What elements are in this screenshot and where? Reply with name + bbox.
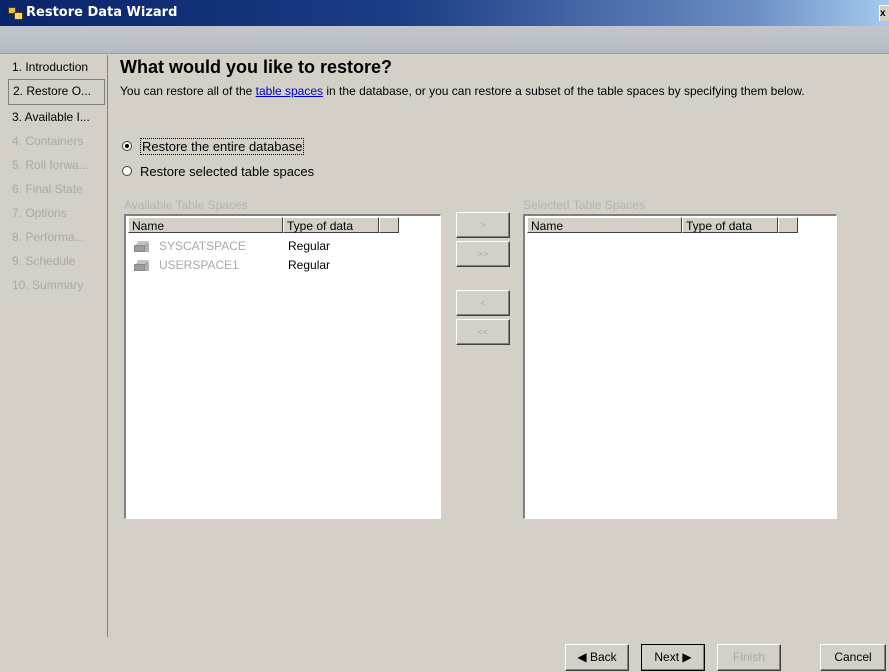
restore-selected-label[interactable]: Restore selected table spaces (140, 164, 314, 179)
window-title: Restore Data Wizard (26, 5, 178, 20)
row-name: USERSPACE1 (159, 258, 239, 272)
wizard-button-bar: ◀ Back Next ▶ Finish Cancel (0, 637, 889, 672)
remove-all-button[interactable]: << (456, 319, 510, 345)
app-icon (8, 7, 23, 20)
close-button[interactable]: x (879, 5, 889, 21)
nav-step-summary[interactable]: 10. Summary (8, 273, 107, 297)
add-all-button[interactable]: >> (456, 241, 510, 267)
column-header-filler (778, 217, 798, 233)
page-description: You can restore all of the table spaces … (120, 84, 880, 99)
table-spaces-link[interactable]: table spaces (256, 84, 323, 98)
column-header-name[interactable]: Name (128, 217, 283, 233)
selected-table-spaces-list[interactable]: Name Type of data (523, 214, 837, 519)
selected-table-spaces-label: Selected Table Spaces (523, 198, 645, 212)
nav-step-available-images[interactable]: 3. Available I... (8, 105, 107, 129)
tablespace-icon (134, 260, 150, 271)
row-type: Regular (288, 239, 331, 253)
restore-entire-radio[interactable] (122, 141, 132, 151)
nav-step-containers[interactable]: 4. Containers (8, 129, 107, 153)
cancel-button[interactable]: Cancel (820, 644, 886, 671)
header-banner (0, 26, 889, 54)
close-icon: x (880, 8, 886, 19)
restore-selected-option[interactable]: Restore selected table spaces (122, 163, 314, 179)
finish-button[interactable]: Finish (717, 644, 781, 671)
nav-step-introduction[interactable]: 1. Introduction (8, 55, 107, 79)
available-table-spaces-list[interactable]: Name Type of data SYSCATSPACE Regular US… (124, 214, 441, 519)
available-table-spaces-label: Available Table Spaces (124, 198, 248, 212)
column-header-filler (379, 217, 399, 233)
back-button[interactable]: ◀ Back (565, 644, 629, 671)
remove-button[interactable]: < (456, 290, 510, 316)
restore-selected-radio[interactable] (122, 166, 132, 176)
nav-step-performance[interactable]: 8. Performa... (8, 225, 107, 249)
row-name: SYSCATSPACE (159, 239, 246, 253)
wizard-step-nav: 1. Introduction 2. Restore O... 3. Avail… (8, 55, 108, 637)
row-type: Regular (288, 258, 331, 272)
nav-step-final-state[interactable]: 6. Final State (8, 177, 107, 201)
title-bar: Restore Data Wizard x (0, 0, 889, 26)
next-button[interactable]: Next ▶ (641, 644, 705, 671)
description-text-end: in the database, or you can restore a su… (323, 84, 805, 98)
column-header-type[interactable]: Type of data (682, 217, 778, 233)
description-text-start: You can restore all of the (120, 84, 256, 98)
tablespace-icon (134, 241, 150, 252)
column-header-type[interactable]: Type of data (283, 217, 379, 233)
nav-step-restore-objects[interactable]: 2. Restore O... (8, 79, 105, 105)
page-title: What would you like to restore? (120, 57, 393, 77)
nav-step-options[interactable]: 7. Options (8, 201, 107, 225)
nav-step-roll-forward[interactable]: 5. Roll forwa... (8, 153, 107, 177)
add-button[interactable]: > (456, 212, 510, 238)
restore-entire-option[interactable]: Restore the entire database (122, 137, 305, 155)
restore-entire-label[interactable]: Restore the entire database (140, 137, 305, 155)
nav-step-schedule[interactable]: 9. Schedule (8, 249, 107, 273)
column-header-name[interactable]: Name (527, 217, 682, 233)
